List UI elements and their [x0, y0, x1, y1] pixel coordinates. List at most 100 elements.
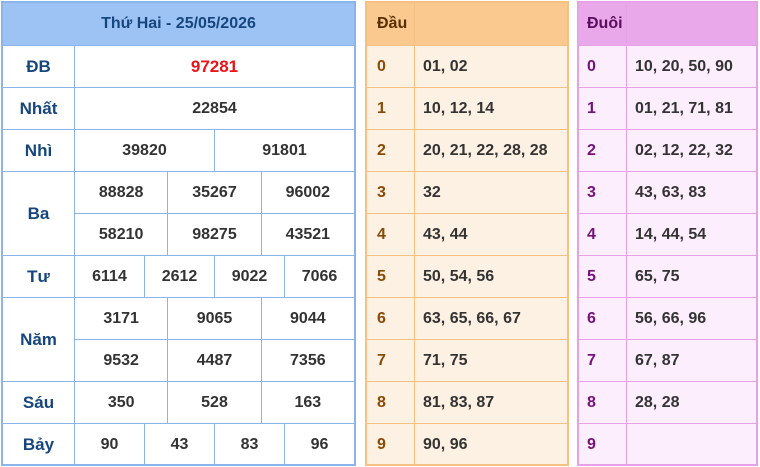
tail-values: 43, 63, 83 [635, 183, 707, 201]
prize-number: 43 [145, 424, 215, 465]
head-row: 3 32 [367, 172, 567, 214]
tail-row: 4 14, 44, 54 [579, 214, 756, 256]
prize-number: 35267 [168, 172, 262, 213]
tail-values: 65, 75 [635, 267, 680, 285]
prize-row-bay: Bảy 90 43 83 96 [3, 424, 354, 465]
head-values: 20, 21, 22, 28, 28 [423, 141, 548, 159]
prize-number: 9532 [75, 340, 169, 381]
prize-number: 7066 [301, 267, 338, 285]
head-values: 10, 12, 14 [423, 99, 495, 117]
tail-row: 7 67, 87 [579, 340, 756, 382]
tail-row: 9 [579, 424, 756, 465]
head-digit: 5 [367, 256, 415, 297]
head-digit: 1 [367, 88, 415, 129]
head-digit: 6 [367, 298, 415, 339]
head-digit: 9 [367, 424, 415, 465]
prize-number: 98275 [168, 214, 262, 255]
head-row: 2 20, 21, 22, 28, 28 [367, 130, 567, 172]
head-values: 50, 54, 56 [423, 267, 495, 285]
prize-label-sau: Sáu [3, 382, 75, 423]
prize-number: 58210 [75, 214, 169, 255]
prize-number: 39820 [75, 130, 215, 171]
prize-number: 3171 [75, 298, 169, 339]
tail-digits-table: Đuôi 0 10, 20, 50, 90 1 01, 21, 71, 81 2 02… [577, 1, 758, 466]
prize-number: 96002 [285, 183, 331, 201]
prize-number: 9044 [290, 309, 326, 327]
prize-number: 88828 [75, 172, 169, 213]
tail-values [627, 424, 756, 465]
head-row: 4 43, 44 [367, 214, 567, 256]
head-table-header: Đầu [367, 3, 567, 46]
prize-number: 163 [294, 393, 322, 411]
prize-number: 7356 [290, 351, 326, 369]
tail-digit: 1 [579, 88, 627, 129]
prize-number: 90 [75, 424, 145, 465]
lottery-results-table: Thứ Hai - 25/05/2026 ĐB 97281 Nhất 22854… [1, 1, 356, 466]
tail-digit: 4 [579, 214, 627, 255]
tail-table-header: Đuôi [579, 3, 756, 46]
head-digit: 0 [367, 46, 415, 87]
tail-digit: 7 [579, 340, 627, 381]
prize-number: 83 [215, 424, 285, 465]
tail-values: 56, 66, 96 [635, 309, 707, 327]
prize-row-nam: Năm 3171 9065 9044 9532 4487 7356 [3, 298, 354, 382]
prize-number: 96 [310, 435, 329, 453]
tail-digit: 8 [579, 382, 627, 423]
tail-row: 3 43, 63, 83 [579, 172, 756, 214]
tail-digit: 9 [579, 424, 627, 465]
head-row: 8 81, 83, 87 [367, 382, 567, 424]
head-digit: 8 [367, 382, 415, 423]
prize-label-tu: Tư [3, 256, 75, 297]
prize-number: 4487 [168, 340, 262, 381]
tail-row: 5 65, 75 [579, 256, 756, 298]
prize-number: 22854 [192, 99, 237, 117]
head-values: 71, 75 [423, 351, 468, 369]
head-digit: 4 [367, 214, 415, 255]
results-title: Thứ Hai - 25/05/2026 [3, 3, 354, 46]
prize-label-nam: Năm [3, 298, 75, 381]
prize-label-ba: Ba [3, 172, 75, 255]
head-digit: 3 [367, 172, 415, 213]
tail-values: 14, 44, 54 [635, 225, 707, 243]
prize-row-db: ĐB 97281 [3, 46, 354, 88]
tail-row: 8 28, 28 [579, 382, 756, 424]
head-values: 32 [423, 183, 441, 201]
prize-label-bay: Bảy [3, 424, 75, 465]
tail-table-title: Đuôi [579, 3, 627, 45]
tail-values: 01, 21, 71, 81 [635, 99, 733, 117]
head-row: 7 71, 75 [367, 340, 567, 382]
prize-number: 2612 [145, 256, 215, 297]
tail-values: 02, 12, 22, 32 [635, 141, 733, 159]
prize-row-sau: Sáu 350 528 163 [3, 382, 354, 424]
prize-row-tu: Tư 6114 2612 9022 7066 [3, 256, 354, 298]
head-row: 9 90, 96 [367, 424, 567, 465]
head-values: 01, 02 [423, 57, 468, 75]
head-row: 0 01, 02 [367, 46, 567, 88]
head-values: 90, 96 [423, 435, 468, 453]
prize-label-nhat: Nhất [3, 88, 75, 129]
tail-values: 67, 87 [635, 351, 680, 369]
prize-number: 528 [168, 382, 262, 423]
head-digit: 2 [367, 130, 415, 171]
tail-values: 10, 20, 50, 90 [635, 57, 733, 75]
tail-row: 1 01, 21, 71, 81 [579, 88, 756, 130]
tail-row: 0 10, 20, 50, 90 [579, 46, 756, 88]
head-digit: 7 [367, 340, 415, 381]
prize-label-nhi: Nhì [3, 130, 75, 171]
head-digits-table: Đầu 0 01, 02 1 10, 12, 14 2 20, 21, 22, 28,… [365, 1, 569, 466]
prize-row-nhat: Nhất 22854 [3, 88, 354, 130]
prize-number: 6114 [75, 256, 145, 297]
tail-digit: 3 [579, 172, 627, 213]
head-row: 5 50, 54, 56 [367, 256, 567, 298]
prize-number: 350 [75, 382, 169, 423]
tail-row: 2 02, 12, 22, 32 [579, 130, 756, 172]
head-values: 63, 65, 66, 67 [423, 309, 521, 327]
head-values: 81, 83, 87 [423, 393, 495, 411]
tail-row: 6 56, 66, 96 [579, 298, 756, 340]
prize-number: 91801 [262, 141, 307, 159]
prize-number: 9022 [215, 256, 285, 297]
tail-values: 28, 28 [635, 393, 680, 411]
prize-label-db: ĐB [3, 46, 75, 87]
tail-digit: 5 [579, 256, 627, 297]
prize-number: 9065 [168, 298, 262, 339]
